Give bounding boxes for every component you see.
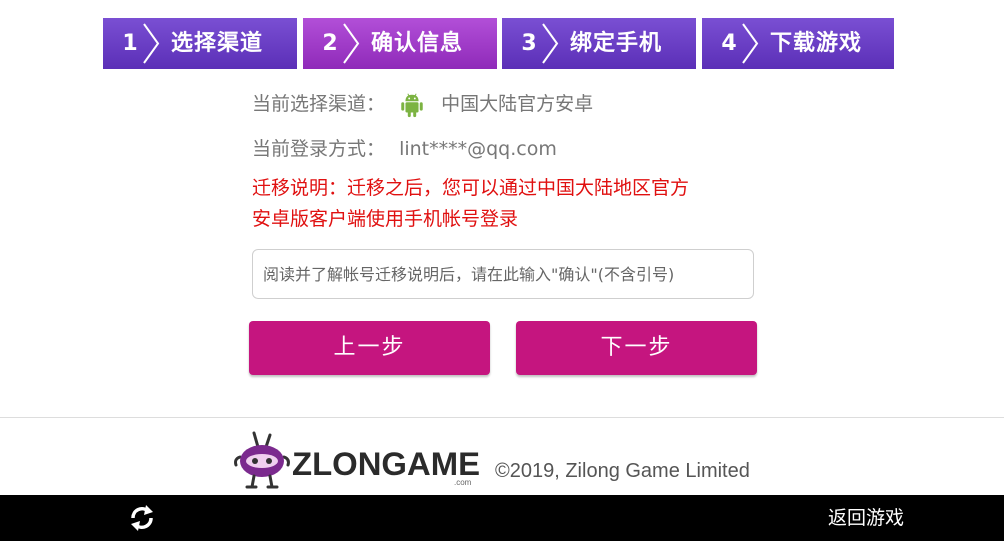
- next-step-button[interactable]: 下一步: [516, 321, 757, 375]
- logo-text: ZLONGAME: [292, 446, 480, 482]
- current-login-label: 当前登录方式：: [252, 138, 386, 160]
- current-channel-row: 当前选择渠道： 中国大陆官方安卓: [252, 90, 593, 118]
- bottom-bar: 返回游戏: [0, 495, 1004, 541]
- step-label: 选择渠道: [171, 31, 264, 56]
- step-2-confirm-info: 2 确认信息: [303, 18, 497, 69]
- current-channel-value: 中国大陆官方安卓: [441, 93, 594, 115]
- chevron-right-icon: [542, 23, 559, 64]
- step-label: 下载游戏: [770, 31, 863, 56]
- migration-notice: 迁移说明：迁移之后，您可以通过中国大陆地区官方 安卓版客户端使用手机帐号登录: [252, 173, 752, 235]
- chevron-right-icon: [742, 23, 759, 64]
- current-login-value: lint****@qq.com: [399, 138, 557, 160]
- step-4-download-game: 4 下载游戏: [702, 18, 894, 69]
- migration-notice-line-1: 迁移说明：迁移之后，您可以通过中国大陆地区官方: [252, 177, 690, 199]
- zlongame-logo: ZLONGAME .com: [234, 431, 480, 489]
- logo-subtext: .com: [454, 478, 472, 487]
- android-icon: [401, 93, 423, 117]
- back-to-game-button[interactable]: 返回游戏: [828, 495, 904, 541]
- current-channel-label: 当前选择渠道：: [252, 93, 386, 115]
- step-label: 确认信息: [371, 31, 464, 56]
- step-label: 绑定手机: [570, 31, 663, 56]
- current-login-row: 当前登录方式： lint****@qq.com: [252, 135, 557, 163]
- chevron-right-icon: [143, 23, 160, 64]
- refresh-icon[interactable]: [127, 502, 157, 534]
- prev-step-button[interactable]: 上一步: [249, 321, 490, 375]
- copyright-text: ©2019, Zilong Game Limited: [495, 460, 750, 482]
- chevron-right-icon: [343, 23, 360, 64]
- step-progress-bar: 1 选择渠道 2 确认信息 3 绑定手机 4 下载游戏: [103, 18, 894, 69]
- step-1-select-channel: 1 选择渠道: [103, 18, 297, 69]
- footer-divider: [0, 417, 1004, 418]
- confirm-input[interactable]: [252, 249, 754, 299]
- step-3-bind-phone: 3 绑定手机: [502, 18, 696, 69]
- migration-notice-line-2: 安卓版客户端使用手机帐号登录: [252, 208, 519, 230]
